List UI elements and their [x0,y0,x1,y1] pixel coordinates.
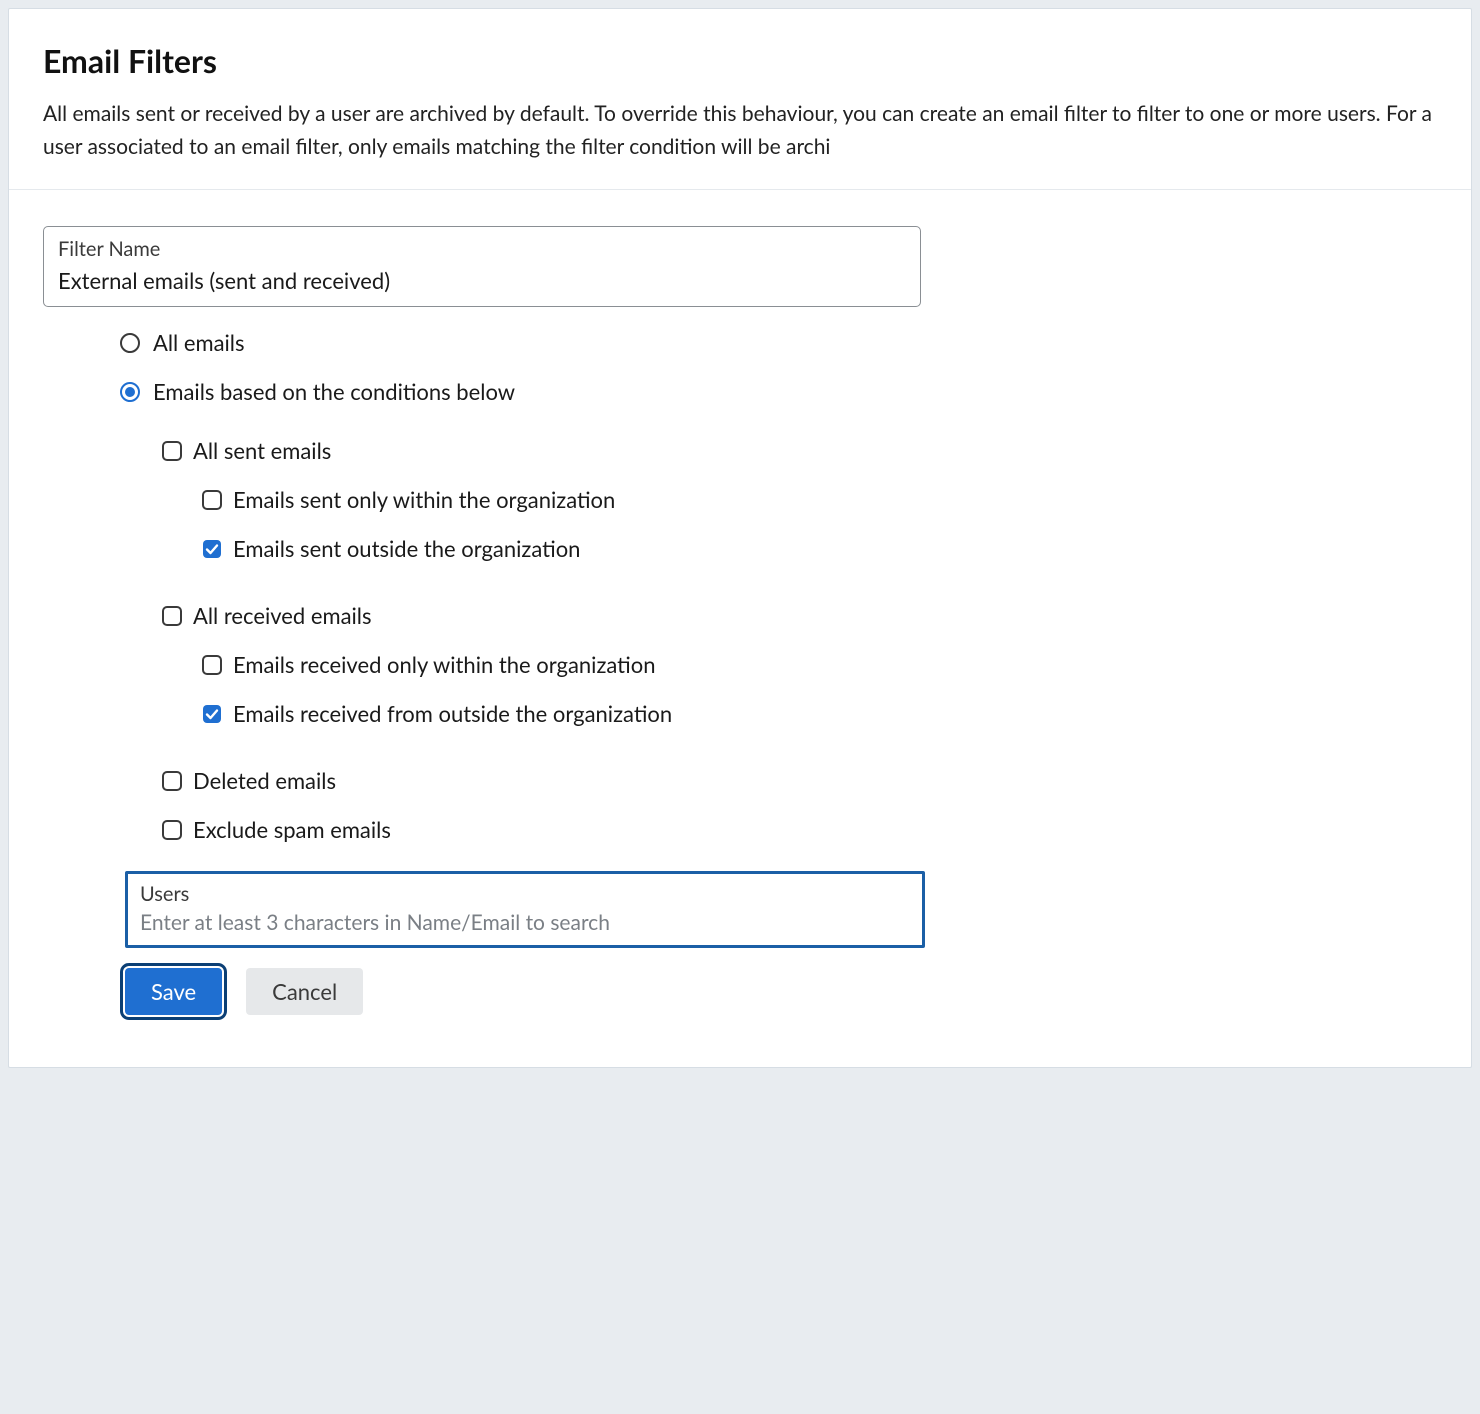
cancel-button[interactable]: Cancel [246,968,363,1015]
checkbox-checked-icon [201,703,223,725]
checkbox-received-within-label: Emails received only within the organiza… [233,651,656,678]
checkbox-received-outside-label: Emails received from outside the organiz… [233,700,672,727]
header-block: Email Filters All emails sent or receive… [9,9,1471,189]
checkbox-unchecked-icon [201,489,223,511]
checkbox-unchecked-icon [161,440,183,462]
save-button[interactable]: Save [125,968,222,1015]
radio-checked-icon [119,381,141,403]
radio-conditions-label: Emails based on the conditions below [153,378,515,405]
checkbox-unchecked-icon [161,605,183,627]
radio-conditions[interactable]: Emails based on the conditions below [119,378,1437,405]
checkbox-sent-within-label: Emails sent only within the organization [233,486,615,513]
users-label: Users [140,882,910,906]
form-area: Filter Name All emails Emails based on t… [9,190,1471,1035]
email-filters-panel: Email Filters All emails sent or receive… [8,8,1472,1068]
filter-name-input[interactable] [58,267,906,294]
conditions-list: All sent emails Emails sent only within … [43,437,1437,843]
page-title: Email Filters [43,41,1437,80]
sent-sublist: Emails sent only within the organization… [161,486,1437,562]
checkbox-unchecked-icon [161,819,183,841]
checkbox-exclude-spam[interactable]: Exclude spam emails [161,816,1437,843]
checkbox-all-received[interactable]: All received emails [161,602,1437,629]
radio-unchecked-icon [119,332,141,354]
checkbox-all-sent[interactable]: All sent emails [161,437,1437,464]
button-row: Save Cancel [125,968,1437,1015]
page-description: All emails sent or received by a user ar… [43,98,1437,163]
checkbox-unchecked-icon [161,770,183,792]
checkbox-all-received-label: All received emails [193,602,372,629]
checkbox-sent-outside[interactable]: Emails sent outside the organization [201,535,1437,562]
filter-name-label: Filter Name [58,237,906,261]
checkbox-checked-icon [201,538,223,560]
checkbox-unchecked-icon [201,654,223,676]
users-field[interactable]: Users [125,871,925,948]
filter-name-field[interactable]: Filter Name [43,226,921,307]
received-sublist: Emails received only within the organiza… [161,651,1437,727]
checkbox-sent-outside-label: Emails sent outside the organization [233,535,580,562]
checkbox-sent-within[interactable]: Emails sent only within the organization [201,486,1437,513]
checkbox-received-outside[interactable]: Emails received from outside the organiz… [201,700,1437,727]
users-input[interactable] [140,910,910,935]
scope-radio-group: All emails Emails based on the condition… [43,329,1437,405]
radio-all-emails[interactable]: All emails [119,329,1437,356]
checkbox-received-within[interactable]: Emails received only within the organiza… [201,651,1437,678]
checkbox-deleted-label: Deleted emails [193,767,336,794]
radio-all-emails-label: All emails [153,329,245,356]
checkbox-all-sent-label: All sent emails [193,437,331,464]
checkbox-exclude-spam-label: Exclude spam emails [193,816,391,843]
checkbox-deleted[interactable]: Deleted emails [161,767,1437,794]
